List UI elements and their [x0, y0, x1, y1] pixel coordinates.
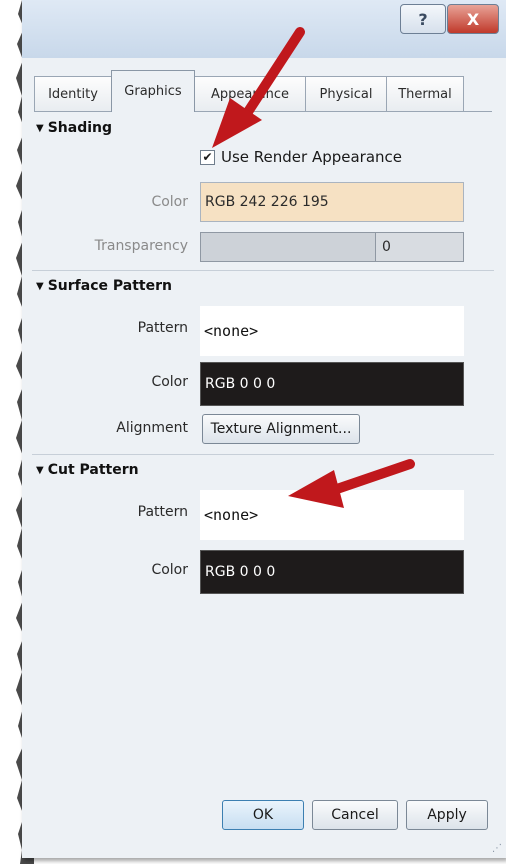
annotation-arrows	[212, 27, 415, 508]
annotation-arrow-top	[212, 27, 305, 148]
annotation-arrow-bottom	[288, 459, 415, 508]
tab-graphics[interactable]: Graphics	[111, 70, 195, 112]
